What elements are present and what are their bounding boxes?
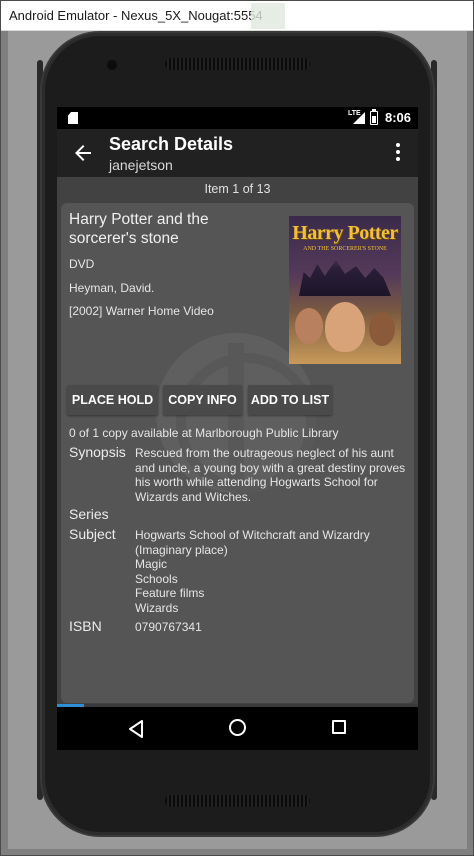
- navigation-bar: [57, 707, 418, 750]
- cover-castle-art: [299, 260, 391, 296]
- cover-character-art: [295, 308, 323, 344]
- overflow-dot: [396, 150, 400, 154]
- subject-item[interactable]: Hogwarts School of Witchcraft and Wizard…: [135, 528, 414, 557]
- item-counter: Item 1 of 13: [204, 182, 271, 196]
- nav-back-icon[interactable]: [128, 720, 144, 738]
- record-author: Heyman, David.: [69, 281, 155, 295]
- subject-label: Subject: [69, 526, 116, 542]
- overflow-dot: [396, 143, 400, 147]
- record-card: Harry Potter and the sorcerer's stone DV…: [61, 203, 414, 703]
- page-title: Search Details: [109, 134, 234, 154]
- top-speaker: [165, 58, 310, 70]
- cover-character-art: [325, 302, 365, 352]
- cover-title: Harry Potter: [292, 222, 398, 244]
- status-clock: 8:06: [385, 110, 412, 125]
- overflow-dot: [396, 157, 400, 161]
- window-title: Android Emulator - Nexus_5X_Nougat:5554: [9, 8, 263, 23]
- add-to-list-button[interactable]: ADD TO LIST: [248, 385, 332, 415]
- page-subtitle: janejetson: [109, 157, 173, 173]
- titlebar-highlight: [251, 3, 285, 29]
- series-label: Series: [69, 506, 109, 522]
- status-bar: LTE 8:06: [57, 107, 418, 129]
- cover-image[interactable]: Harry Potter AND THE SORCERER'S STONE: [289, 216, 401, 364]
- window-titlebar: Android Emulator - Nexus_5X_Nougat:5554: [1, 1, 473, 31]
- record-publisher: [2002] Warner Home Video: [69, 304, 214, 318]
- nav-recents-icon[interactable]: [332, 720, 346, 734]
- isbn-label: ISBN: [69, 618, 102, 634]
- sim-card-icon: [68, 112, 78, 124]
- subject-item[interactable]: Wizards: [135, 601, 414, 616]
- isbn-value: 0790767341: [135, 620, 202, 634]
- record-format: DVD: [69, 257, 95, 271]
- subject-item[interactable]: Magic: [135, 557, 414, 572]
- availability-text: 0 of 1 copy available at Marlborough Pub…: [69, 426, 339, 440]
- app-toolbar: Search Details janejetson: [57, 129, 418, 177]
- cover-subtitle: AND THE SORCERER'S STONE: [303, 246, 387, 252]
- place-hold-button[interactable]: PLACE HOLD: [67, 385, 158, 415]
- battery-icon: [370, 111, 378, 125]
- subject-list: Hogwarts School of Witchcraft and Wizard…: [135, 528, 414, 615]
- back-arrow-icon[interactable]: [71, 141, 95, 165]
- synopsis-label: Synopsis: [69, 444, 126, 460]
- subject-item[interactable]: Feature films: [135, 586, 414, 601]
- lte-label: LTE: [348, 110, 361, 117]
- nav-home-icon[interactable]: [229, 719, 246, 736]
- bottom-speaker: [165, 795, 310, 807]
- record-title: Harry Potter and the sorcerer's stone: [69, 211, 209, 247]
- phone-screen: LTE 8:06 Search Details janejetson Item …: [57, 107, 418, 750]
- copy-info-button[interactable]: COPY INFO: [163, 385, 242, 415]
- front-camera: [106, 59, 118, 71]
- cover-character-art: [369, 312, 395, 346]
- subject-item[interactable]: Schools: [135, 572, 414, 587]
- overflow-menu-icon[interactable]: [394, 141, 402, 163]
- synopsis-value: Rescued from the outrageous neglect of h…: [135, 446, 406, 504]
